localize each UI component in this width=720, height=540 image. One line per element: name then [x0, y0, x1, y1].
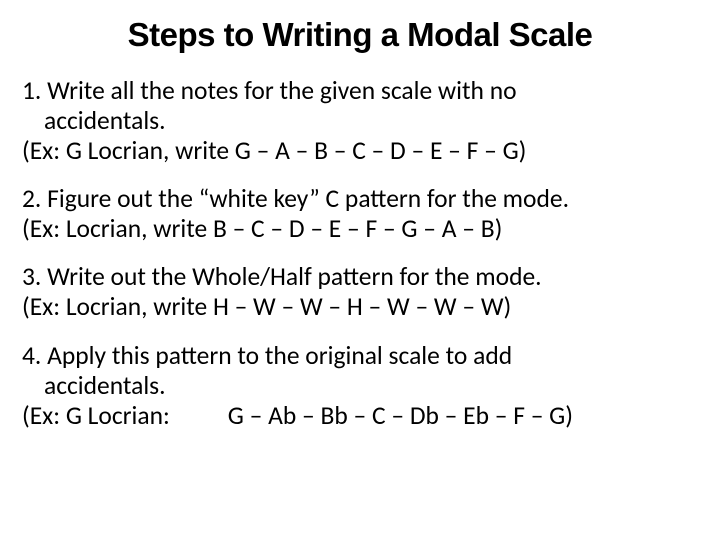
step-4-line2: accidentals.: [44, 370, 166, 401]
step-2-example: (Ex: Locrian, write B – C – D – E – F – …: [22, 214, 698, 244]
slide: Steps to Writing a Modal Scale 1. Write …: [0, 0, 720, 540]
step-1-text: 1. Write all the notes for the given sca…: [22, 76, 698, 136]
step-2: 2. Figure out the “white key” C pattern …: [22, 184, 698, 244]
step-3-example: (Ex: Locrian, write H – W – W – H – W – …: [22, 292, 698, 322]
step-1-example: (Ex: G Locrian, write G – A – B – C – D …: [22, 136, 698, 166]
step-1: 1. Write all the notes for the given sca…: [22, 76, 698, 166]
step-4-text: 4. Apply this pattern to the original sc…: [22, 341, 698, 401]
step-1-line1: 1. Write all the notes for the given sca…: [22, 75, 517, 106]
step-4-line1: 4. Apply this pattern to the original sc…: [22, 340, 512, 371]
step-4-example: (Ex: G Locrian: G – Ab – Bb – C – Db – Eb…: [22, 401, 698, 431]
step-4-ex-label: (Ex: G Locrian:: [22, 400, 170, 431]
step-4: 4. Apply this pattern to the original sc…: [22, 341, 698, 431]
step-4-ex-notes: G – Ab – Bb – C – Db – Eb – F – G): [228, 400, 573, 431]
slide-title: Steps to Writing a Modal Scale: [22, 16, 698, 54]
step-3: 3. Write out the Whole/Half pattern for …: [22, 262, 698, 322]
step-1-line2: accidentals.: [44, 105, 166, 136]
step-3-line1: 3. Write out the Whole/Half pattern for …: [22, 261, 542, 292]
step-2-line1: 2. Figure out the “white key” C pattern …: [22, 183, 569, 214]
